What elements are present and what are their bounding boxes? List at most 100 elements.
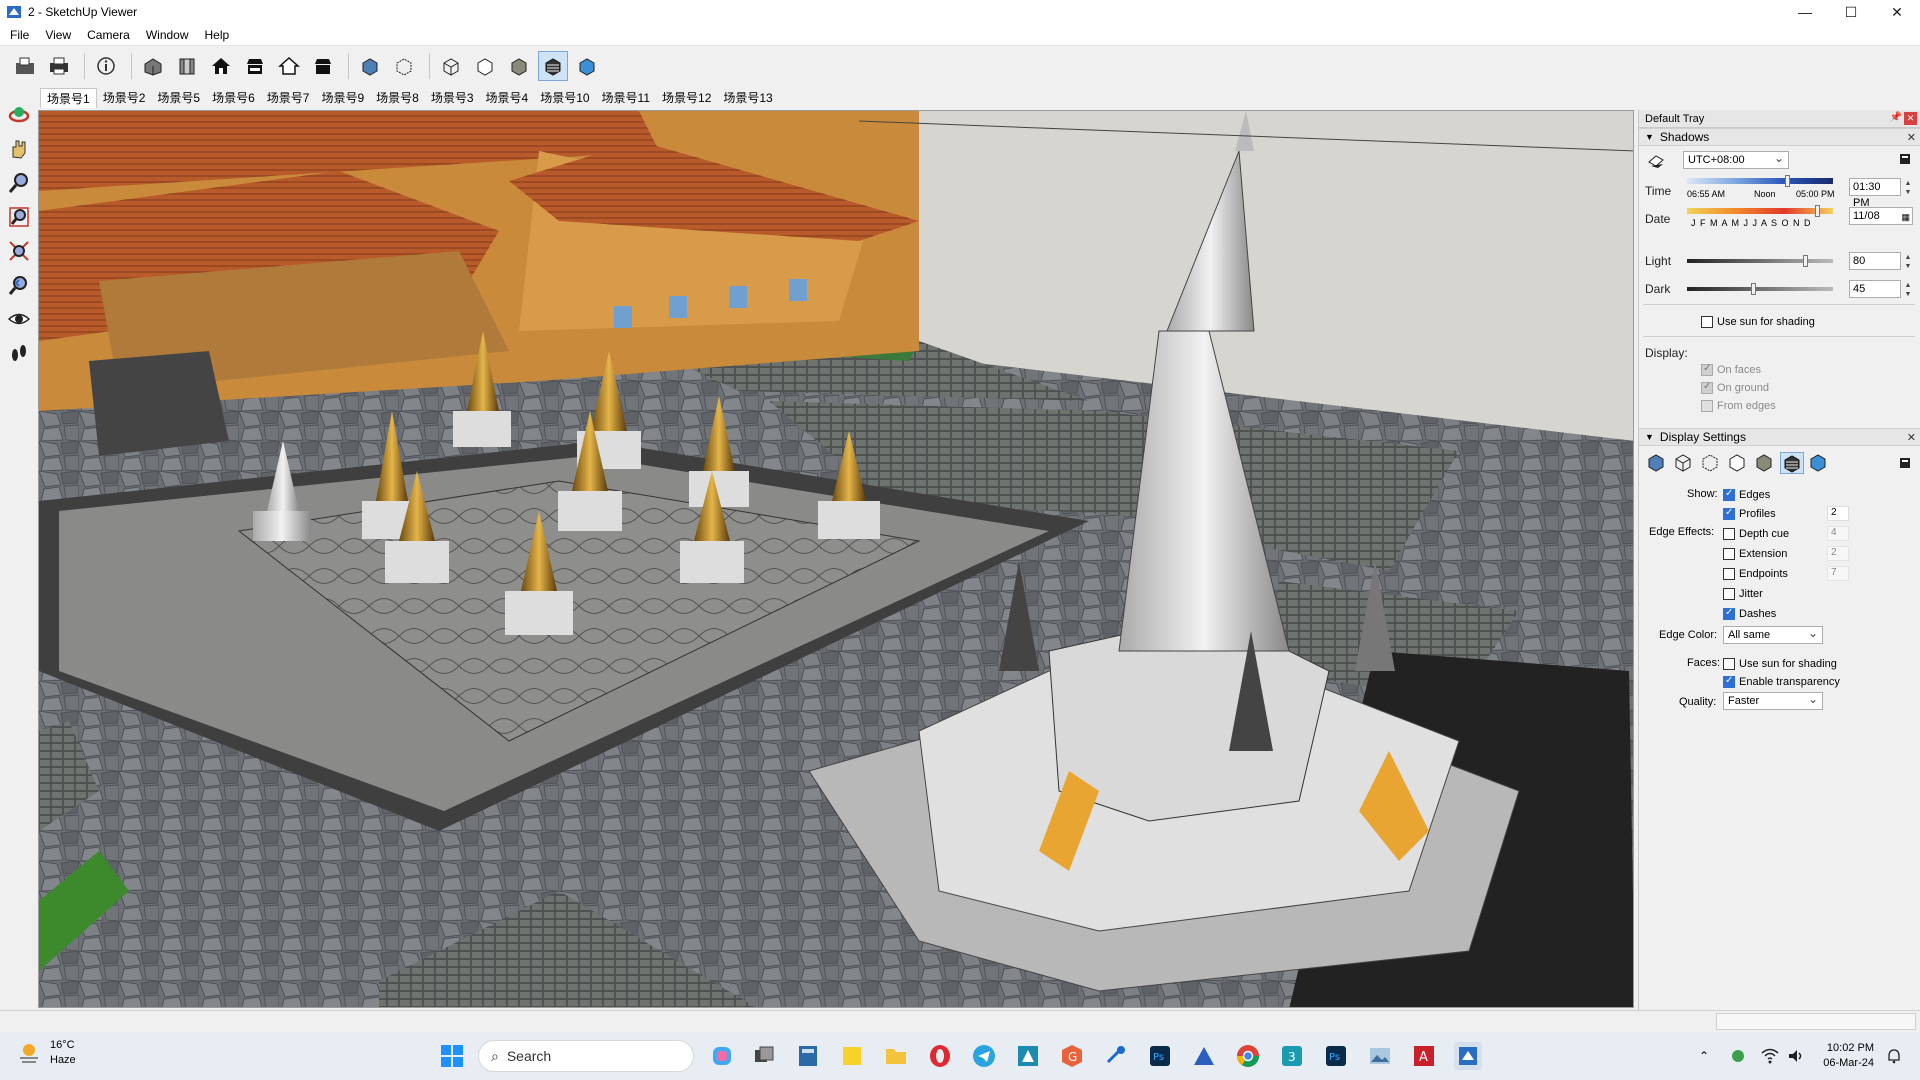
app-3-icon[interactable]: 3	[1278, 1042, 1306, 1070]
calendar-icon[interactable]: ▦	[1901, 209, 1910, 225]
app-tray-icon[interactable]	[1724, 1042, 1752, 1070]
wireframe-icon[interactable]	[436, 51, 466, 81]
telegram-icon[interactable]	[970, 1042, 998, 1070]
photoshop-icon[interactable]: Ps	[1146, 1042, 1174, 1070]
depth-cue-value[interactable]: 4	[1827, 526, 1849, 541]
clock[interactable]: 10:02 PM 06-Mar-24	[1818, 1041, 1874, 1071]
light-slider[interactable]	[1687, 259, 1833, 263]
enable-transparency-checkbox[interactable]	[1723, 675, 1735, 688]
shaded-textures-icon[interactable]	[1780, 452, 1804, 474]
jitter-checkbox[interactable]	[1723, 588, 1735, 600]
scene-tab[interactable]: 场景号12	[656, 88, 717, 108]
hidden-line-icon[interactable]	[470, 51, 500, 81]
edges-row[interactable]: Edges	[1723, 487, 1770, 503]
scene-tab[interactable]: 场景号8	[370, 88, 425, 108]
sticky-notes-icon[interactable]	[838, 1042, 866, 1070]
back-edges-icon[interactable]	[389, 51, 419, 81]
hidden-line-icon[interactable]	[1726, 452, 1750, 474]
endpoints-value[interactable]: 7	[1827, 566, 1849, 581]
quality-select[interactable]: Faster	[1723, 691, 1823, 710]
spin-arrows-icon[interactable]: ▲ ▼	[1902, 179, 1914, 197]
on-faces-checkbox[interactable]	[1701, 363, 1713, 376]
from-edges-row[interactable]: From edges	[1701, 398, 1776, 414]
menu-window[interactable]: Window	[146, 28, 189, 42]
task-view-icon[interactable]	[750, 1042, 778, 1070]
wireframe-icon[interactable]	[1672, 452, 1696, 474]
panel-close-icon[interactable]: ✕	[1907, 131, 1916, 144]
zoom-extents-icon[interactable]	[4, 236, 34, 266]
on-faces-row[interactable]: On faces	[1701, 362, 1761, 378]
timezone-select[interactable]: UTC+08:00	[1683, 150, 1789, 169]
endpoints-row[interactable]: Endpoints	[1723, 566, 1788, 582]
xray-icon[interactable]	[1645, 452, 1669, 474]
use-sun-checkbox[interactable]	[1701, 316, 1713, 328]
house-left-icon[interactable]	[308, 51, 338, 81]
dark-slider[interactable]	[1687, 287, 1833, 291]
scene-tab[interactable]: 场景号11	[596, 88, 656, 108]
endpoints-checkbox[interactable]	[1723, 568, 1735, 580]
back-edges-icon[interactable]	[1699, 452, 1723, 474]
scene-tab[interactable]: 场景号2	[97, 88, 152, 108]
model-info-icon[interactable]	[91, 51, 121, 81]
zoom-icon[interactable]	[4, 168, 34, 198]
image-viewer-icon[interactable]	[1366, 1042, 1394, 1070]
sketchup-viewer-taskbar-icon[interactable]	[1454, 1042, 1482, 1070]
maximize-button[interactable]: ☐	[1828, 0, 1874, 24]
measurements-box[interactable]	[1716, 1013, 1916, 1030]
house-front-icon[interactable]	[206, 51, 236, 81]
front-view-icon[interactable]	[172, 51, 202, 81]
display-settings-panel-header[interactable]: ▼ Display Settings ✕	[1639, 428, 1920, 446]
scene-tab[interactable]: 场景号4	[480, 88, 535, 108]
display-details-icon[interactable]	[1898, 456, 1912, 470]
dashes-row[interactable]: Dashes	[1723, 606, 1776, 622]
volume-icon[interactable]	[1782, 1042, 1810, 1070]
edges-checkbox[interactable]	[1723, 488, 1735, 501]
profiles-row[interactable]: Profiles	[1723, 506, 1776, 522]
model-viewport[interactable]	[38, 110, 1634, 1008]
shaded-textures-icon[interactable]	[538, 51, 568, 81]
edge-color-select[interactable]: All same	[1723, 625, 1823, 644]
depth-cue-row[interactable]: Depth cue	[1723, 526, 1789, 542]
pan-icon[interactable]	[4, 134, 34, 164]
date-slider[interactable]	[1687, 208, 1833, 214]
time-field[interactable]: 01:30 PM ▲ ▼	[1849, 178, 1911, 209]
faces-use-sun-row[interactable]: Use sun for shading	[1723, 656, 1837, 672]
monochrome-icon[interactable]	[1807, 452, 1831, 474]
scene-tab[interactable]: 场景号10	[534, 88, 595, 108]
time-slider[interactable]	[1687, 178, 1833, 184]
spin-arrows-icon[interactable]: ▲ ▼	[1902, 253, 1914, 271]
extension-value[interactable]: 2	[1827, 546, 1849, 561]
orbit-icon[interactable]	[4, 100, 34, 130]
previous-view-icon[interactable]	[4, 270, 34, 300]
date-slider-thumb[interactable]	[1815, 205, 1820, 217]
iso-view-icon[interactable]	[138, 51, 168, 81]
tray-close-icon[interactable]: ✕	[1904, 112, 1917, 125]
pin-icon[interactable]: 📌	[1890, 112, 1902, 123]
house-back-icon[interactable]	[274, 51, 304, 81]
dashes-checkbox[interactable]	[1723, 607, 1735, 620]
scene-tab[interactable]: 场景号13	[717, 88, 778, 108]
menu-help[interactable]: Help	[205, 28, 230, 42]
menu-file[interactable]: File	[10, 28, 29, 42]
depth-cue-checkbox[interactable]	[1723, 528, 1735, 540]
scene-tab[interactable]: 场景号1	[40, 88, 97, 108]
zoom-window-icon[interactable]	[4, 202, 34, 232]
scene-tab[interactable]: 场景号3	[425, 88, 480, 108]
use-sun-shading-row[interactable]: Use sun for shading	[1701, 314, 1815, 330]
shaded-icon[interactable]	[504, 51, 534, 81]
on-ground-row[interactable]: On ground	[1701, 380, 1769, 396]
extension-row[interactable]: Extension	[1723, 546, 1787, 562]
scene-tab[interactable]: 场景号6	[206, 88, 261, 108]
light-slider-thumb[interactable]	[1803, 255, 1808, 267]
weather-widget[interactable]: 16°C Haze	[16, 1038, 76, 1068]
photoshop-2-icon[interactable]: Ps	[1322, 1042, 1350, 1070]
steam-icon[interactable]	[1102, 1042, 1130, 1070]
drive-icon[interactable]	[1190, 1042, 1218, 1070]
grammarly-icon[interactable]: G	[1058, 1042, 1086, 1070]
light-field[interactable]: 80 ▲ ▼	[1849, 252, 1911, 270]
panel-close-icon[interactable]: ✕	[1907, 431, 1916, 444]
copilot-icon[interactable]	[708, 1042, 736, 1070]
autocad-icon[interactable]: A	[1410, 1042, 1438, 1070]
enable-transparency-row[interactable]: Enable transparency	[1723, 674, 1840, 690]
faces-use-sun-checkbox[interactable]	[1723, 658, 1735, 670]
